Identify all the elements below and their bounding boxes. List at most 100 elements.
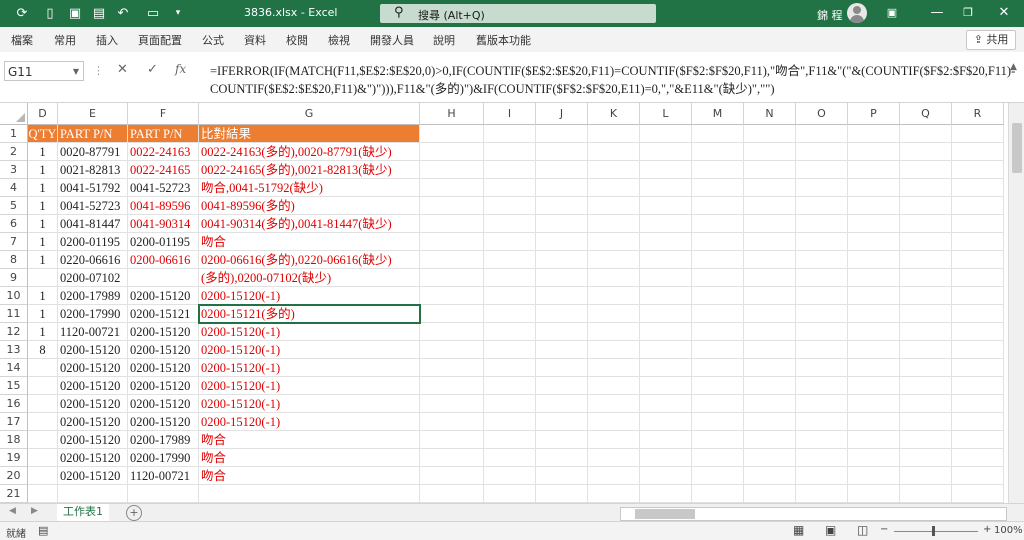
table-cell[interactable] (640, 305, 692, 323)
undo-icon[interactable]: ↶ (115, 6, 131, 21)
table-cell[interactable] (952, 197, 1004, 215)
row-header[interactable]: 13 (0, 341, 28, 359)
table-cell[interactable] (692, 251, 744, 269)
table-cell[interactable] (692, 287, 744, 305)
table-cell[interactable] (848, 233, 900, 251)
table-cell[interactable] (796, 233, 848, 251)
row-header[interactable]: 8 (0, 251, 28, 269)
cell-e8[interactable]: 0220-06616 (58, 251, 128, 269)
row-header[interactable]: 18 (0, 431, 28, 449)
table-cell[interactable] (900, 215, 952, 233)
table-cell[interactable] (588, 233, 640, 251)
table-cell[interactable] (588, 323, 640, 341)
close-icon[interactable]: ✕ (989, 4, 1019, 22)
cell-g19[interactable]: 吻合 (199, 449, 420, 467)
cell-f10[interactable]: 0200-15120 (128, 287, 199, 305)
cell-g6[interactable]: 0041-90314(多的),0041-81447(缺少) (199, 215, 420, 233)
row-header[interactable]: 21 (0, 485, 28, 503)
table-cell[interactable] (588, 179, 640, 197)
page-break-view-icon[interactable]: ◫ (857, 523, 868, 537)
table-cell[interactable] (692, 305, 744, 323)
table-cell[interactable] (692, 269, 744, 287)
table-cell[interactable] (796, 269, 848, 287)
ribbon-display-icon[interactable]: ▣ (877, 4, 907, 22)
table-cell[interactable] (484, 143, 536, 161)
table-cell[interactable] (796, 251, 848, 269)
table-cell[interactable] (420, 305, 484, 323)
cell-d5[interactable]: 1 (28, 197, 58, 215)
cell-f16[interactable]: 0200-15120 (128, 395, 199, 413)
table-cell[interactable] (848, 305, 900, 323)
table-cell[interactable] (952, 251, 1004, 269)
table-cell[interactable] (848, 287, 900, 305)
column-header-h[interactable]: H (420, 103, 484, 125)
cell-f15[interactable]: 0200-15120 (128, 377, 199, 395)
table-cell[interactable] (900, 233, 952, 251)
row-header[interactable]: 20 (0, 467, 28, 485)
table-cell[interactable] (848, 395, 900, 413)
table-cell[interactable] (484, 269, 536, 287)
table-cell[interactable] (536, 413, 588, 431)
cell-g15[interactable]: 0200-15120(-1) (199, 377, 420, 395)
cell-e4[interactable]: 0041-51792 (58, 179, 128, 197)
cell-g21[interactable] (199, 485, 420, 503)
table-cell[interactable] (420, 251, 484, 269)
table-cell[interactable] (640, 287, 692, 305)
table-cell[interactable] (536, 161, 588, 179)
table-cell[interactable] (484, 179, 536, 197)
formula-input[interactable]: =IFERROR(IF(MATCH(F11,$E$2:$E$20,0)>0,IF… (210, 62, 1015, 98)
row-header[interactable]: 19 (0, 449, 28, 467)
table-cell[interactable] (952, 359, 1004, 377)
table-cell[interactable] (588, 305, 640, 323)
accessibility-icon[interactable]: ▤ (38, 524, 48, 537)
table-cell[interactable] (640, 269, 692, 287)
table-cell[interactable] (640, 449, 692, 467)
row-header[interactable]: 10 (0, 287, 28, 305)
cell-f7[interactable]: 0200-01195 (128, 233, 199, 251)
table-cell[interactable] (484, 467, 536, 485)
tab-view[interactable]: 檢視 (328, 32, 350, 48)
table-cell[interactable] (796, 431, 848, 449)
table-cell[interactable] (900, 449, 952, 467)
column-header-k[interactable]: K (588, 103, 640, 125)
cell-d3[interactable]: 1 (28, 161, 58, 179)
table-cell[interactable] (692, 431, 744, 449)
cell-e16[interactable]: 0200-15120 (58, 395, 128, 413)
cell-e6[interactable]: 0041-81447 (58, 215, 128, 233)
table-cell[interactable] (900, 161, 952, 179)
cell-g5[interactable]: 0041-89596(多的) (199, 197, 420, 215)
row-header[interactable]: 16 (0, 395, 28, 413)
row-header[interactable]: 1 (0, 125, 28, 143)
column-header-j[interactable]: J (536, 103, 588, 125)
table-cell[interactable] (900, 179, 952, 197)
column-header-l[interactable]: L (640, 103, 692, 125)
column-header-i[interactable]: I (484, 103, 536, 125)
table-cell[interactable] (744, 359, 796, 377)
cell-f12[interactable]: 0200-15120 (128, 323, 199, 341)
column-header-g[interactable]: G (199, 103, 420, 125)
table-cell[interactable] (900, 395, 952, 413)
cell-e1[interactable]: PART P/N (58, 125, 128, 143)
cell-e11[interactable]: 0200-17990 (58, 305, 128, 323)
column-header-o[interactable]: O (796, 103, 848, 125)
table-cell[interactable] (420, 197, 484, 215)
cell-d9[interactable] (28, 269, 58, 287)
table-cell[interactable] (848, 179, 900, 197)
autosave-icon[interactable]: ⟳ (14, 6, 30, 21)
cell-g17[interactable]: 0200-15120(-1) (199, 413, 420, 431)
row-header[interactable]: 2 (0, 143, 28, 161)
table-cell[interactable] (952, 431, 1004, 449)
table-cell[interactable] (588, 215, 640, 233)
table-cell[interactable] (536, 125, 588, 143)
tab-developer[interactable]: 開發人員 (370, 32, 414, 48)
table-cell[interactable] (692, 413, 744, 431)
table-cell[interactable] (536, 431, 588, 449)
table-cell[interactable] (536, 323, 588, 341)
cell-d13[interactable]: 8 (28, 341, 58, 359)
table-cell[interactable] (796, 179, 848, 197)
row-header[interactable]: 3 (0, 161, 28, 179)
table-cell[interactable] (692, 467, 744, 485)
next-sheet-icon[interactable]: ▶ (31, 506, 38, 516)
table-cell[interactable] (640, 233, 692, 251)
table-cell[interactable] (536, 359, 588, 377)
